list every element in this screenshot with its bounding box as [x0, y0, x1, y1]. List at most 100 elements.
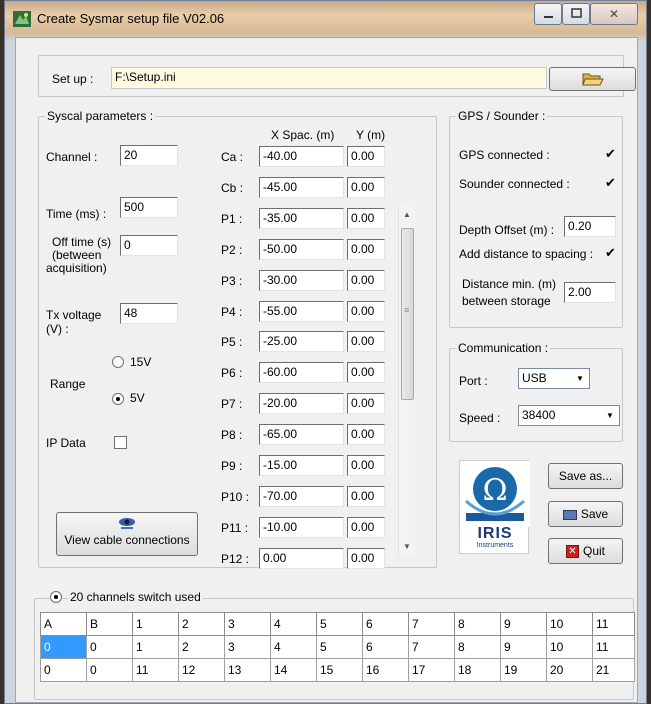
title-bar[interactable]: Create Sysmar setup file V02.06 ✕	[5, 1, 646, 37]
switch-cell[interactable]: 7	[408, 635, 455, 659]
switch-cell[interactable]: 17	[408, 658, 455, 682]
electrode-y-field[interactable]: 0.00	[347, 239, 385, 260]
switch-cell[interactable]: 2	[178, 635, 225, 659]
switch-cell[interactable]: 8	[454, 635, 501, 659]
electrode-y-field[interactable]: 0.00	[347, 424, 385, 445]
electrode-y-field[interactable]: 0.00	[347, 208, 385, 229]
electrode-label: P8 :	[221, 428, 243, 442]
switch-header-cell: B	[86, 612, 133, 636]
txvoltage-label-2: (V) :	[46, 322, 69, 336]
scroll-down-icon[interactable]: ▼	[403, 542, 411, 551]
speed-label: Speed :	[459, 411, 501, 425]
logo-subtext: Instruments	[476, 542, 514, 549]
switch-cell[interactable]: 10	[546, 635, 593, 659]
distance-min-field[interactable]: 2.00	[564, 282, 616, 303]
electrode-x-field[interactable]: -65.00	[259, 424, 344, 445]
offtime-field[interactable]: 0	[120, 235, 178, 256]
switch-cell[interactable]: 11	[592, 635, 635, 659]
electrode-x-field[interactable]: -10.00	[259, 517, 344, 538]
browse-button[interactable]	[549, 67, 636, 91]
electrode-x-field[interactable]: -55.00	[259, 301, 344, 322]
electrode-x-field[interactable]: -35.00	[259, 208, 344, 229]
maximize-button[interactable]	[562, 3, 590, 25]
channel-field[interactable]: 20	[120, 145, 178, 166]
electrode-y-field[interactable]: 0.00	[347, 177, 385, 198]
switch-cell[interactable]: 19	[500, 658, 547, 682]
setup-label: Set up :	[52, 72, 94, 86]
switch-cell[interactable]: 21	[592, 658, 635, 682]
electrode-x-field[interactable]: -40.00	[259, 146, 344, 167]
switch-cell[interactable]: 0	[86, 635, 133, 659]
electrode-x-field[interactable]: -45.00	[259, 177, 344, 198]
setup-path-field[interactable]: F:\Setup.ini	[111, 67, 547, 89]
switch-cell[interactable]: 13	[224, 658, 271, 682]
gps-connected-checkbox[interactable]: ✔	[604, 147, 617, 161]
switch-cell[interactable]: 3	[224, 635, 271, 659]
electrode-x-field[interactable]: -25.00	[259, 331, 344, 352]
view-cable-connections-button[interactable]: View cable connections	[56, 512, 198, 556]
range-15v-radio[interactable]	[112, 356, 124, 368]
switch-header-cell: 4	[270, 612, 317, 636]
electrode-y-field[interactable]: 0.00	[347, 486, 385, 507]
switch-header-cell: 5	[316, 612, 363, 636]
electrode-y-field[interactable]: 0.00	[347, 548, 385, 569]
save-button[interactable]: Save	[548, 501, 623, 527]
speed-select[interactable]: 38400 ▼	[518, 405, 620, 426]
electrode-y-field[interactable]: 0.00	[347, 146, 385, 167]
sounder-connected-checkbox[interactable]: ✔	[604, 176, 617, 190]
switch-cell[interactable]: 12	[178, 658, 225, 682]
table-row: 0 0 11 12 13 14 15 16 17 18 19 20 21	[40, 658, 635, 682]
electrode-y-field[interactable]: 0.00	[347, 331, 385, 352]
electrode-y-field[interactable]: 0.00	[347, 393, 385, 414]
quit-button[interactable]: ✕ Quit	[548, 538, 623, 564]
switch-cell[interactable]: 1	[132, 635, 179, 659]
range-5v-radio[interactable]	[112, 393, 124, 405]
electrode-x-field[interactable]: -20.00	[259, 393, 344, 414]
range-label: Range	[50, 377, 86, 391]
electrode-y-field[interactable]: 0.00	[347, 301, 385, 322]
scroll-up-icon[interactable]: ▲	[403, 210, 411, 219]
switch-used-radio[interactable]	[50, 591, 62, 603]
electrode-y-field[interactable]: 0.00	[347, 270, 385, 291]
close-button[interactable]: ✕	[590, 3, 638, 25]
maximize-icon	[571, 8, 582, 18]
switch-cell[interactable]: 0	[40, 658, 87, 682]
switch-cell[interactable]: 4	[270, 635, 317, 659]
electrode-x-field[interactable]: 0.00	[259, 548, 344, 569]
switch-cell[interactable]: 11	[132, 658, 179, 682]
scrollbar-thumb[interactable]: ≡	[401, 228, 414, 400]
port-select[interactable]: USB ▼	[518, 368, 590, 389]
switch-cell[interactable]: 15	[316, 658, 363, 682]
client-area: Set up : F:\Setup.ini Syscal parameters …	[15, 37, 638, 703]
switch-cell[interactable]: 20	[546, 658, 593, 682]
switch-cell[interactable]: 6	[362, 635, 409, 659]
minimize-button[interactable]	[534, 3, 562, 25]
offtime-label-2: (between	[52, 248, 102, 262]
switch-cell[interactable]: 0	[40, 635, 87, 659]
electrode-x-field[interactable]: -60.00	[259, 362, 344, 383]
electrode-scrollbar[interactable]: ▲ ≡ ▼	[398, 206, 415, 556]
electrode-x-field[interactable]: -50.00	[259, 239, 344, 260]
txvoltage-label: Tx voltage	[46, 308, 102, 322]
switch-cell[interactable]: 5	[316, 635, 363, 659]
electrode-label: P5 :	[221, 335, 243, 349]
switch-cell[interactable]: 16	[362, 658, 409, 682]
electrode-y-field[interactable]: 0.00	[347, 517, 385, 538]
depth-offset-field[interactable]: 0.20	[564, 216, 616, 237]
save-as-button[interactable]: Save as...	[548, 463, 623, 489]
electrode-y-field[interactable]: 0.00	[347, 362, 385, 383]
time-field[interactable]: 500	[120, 197, 178, 218]
electrode-x-field[interactable]: -30.00	[259, 270, 344, 291]
electrode-x-field[interactable]: -15.00	[259, 455, 344, 476]
switch-cell[interactable]: 0	[86, 658, 133, 682]
main-window: Create Sysmar setup file V02.06 ✕ Set up…	[4, 0, 647, 704]
switch-cell[interactable]: 18	[454, 658, 501, 682]
add-distance-checkbox[interactable]: ✔	[604, 246, 617, 260]
switch-cell[interactable]: 14	[270, 658, 317, 682]
electrode-y-field[interactable]: 0.00	[347, 455, 385, 476]
txvoltage-field[interactable]: 48	[120, 303, 178, 324]
ipdata-checkbox[interactable]	[114, 436, 127, 449]
logo-text: IRIS	[477, 525, 513, 542]
switch-cell[interactable]: 9	[500, 635, 547, 659]
electrode-x-field[interactable]: -70.00	[259, 486, 344, 507]
